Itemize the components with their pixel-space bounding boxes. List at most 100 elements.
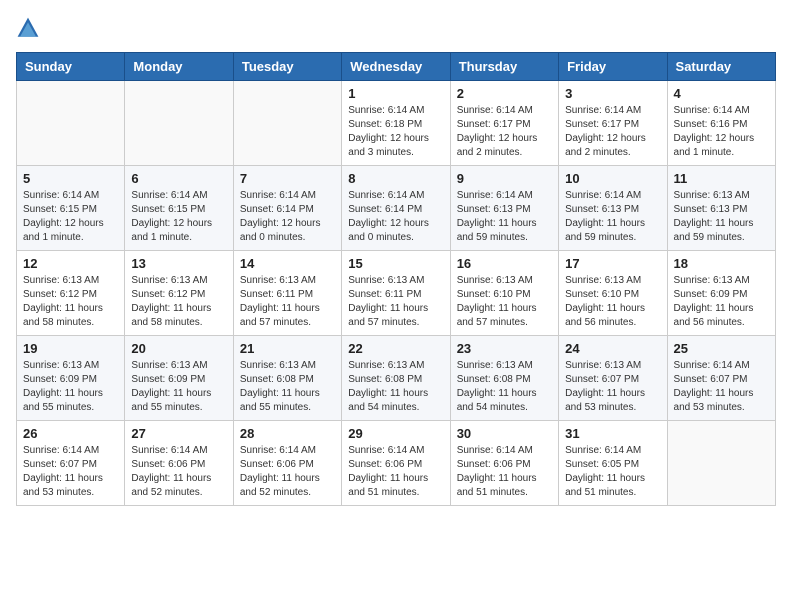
day-number: 30 [457, 426, 552, 441]
day-number: 1 [348, 86, 443, 101]
day-number: 27 [131, 426, 226, 441]
day-info: Sunrise: 6:13 AM Sunset: 6:07 PM Dayligh… [565, 359, 660, 415]
day-info: Sunrise: 6:14 AM Sunset: 6:06 PM Dayligh… [348, 444, 443, 500]
day-info: Sunrise: 6:14 AM Sunset: 6:13 PM Dayligh… [565, 189, 660, 245]
calendar-cell: 23 Sunrise: 6:13 AM Sunset: 6:08 PM Dayli… [450, 336, 558, 421]
calendar-cell: 19 Sunrise: 6:13 AM Sunset: 6:09 PM Dayli… [17, 336, 125, 421]
weekday-thursday: Thursday [450, 53, 558, 81]
week-row-3: 12 Sunrise: 6:13 AM Sunset: 6:12 PM Dayli… [17, 251, 776, 336]
calendar-cell: 4Sunrise: 6:14 AM Sunset: 6:16 PM Daylig… [667, 81, 775, 166]
day-info: Sunrise: 6:13 AM Sunset: 6:08 PM Dayligh… [348, 359, 443, 415]
day-number: 20 [131, 341, 226, 356]
logo [16, 16, 44, 40]
day-info: Sunrise: 6:13 AM Sunset: 6:08 PM Dayligh… [457, 359, 552, 415]
day-info: Sunrise: 6:14 AM Sunset: 6:07 PM Dayligh… [23, 444, 118, 500]
calendar-cell: 9 Sunrise: 6:14 AM Sunset: 6:13 PM Daylig… [450, 166, 558, 251]
day-info: Sunrise: 6:13 AM Sunset: 6:10 PM Dayligh… [457, 274, 552, 330]
day-info: Sunrise: 6:13 AM Sunset: 6:12 PM Dayligh… [23, 274, 118, 330]
calendar-cell: 17 Sunrise: 6:13 AM Sunset: 6:10 PM Dayli… [559, 251, 667, 336]
day-number: 6 [131, 171, 226, 186]
calendar-cell: 7 Sunrise: 6:14 AM Sunset: 6:14 PM Daylig… [233, 166, 341, 251]
calendar-cell: 20 Sunrise: 6:13 AM Sunset: 6:09 PM Dayli… [125, 336, 233, 421]
calendar-cell: 30 Sunrise: 6:14 AM Sunset: 6:06 PM Dayli… [450, 421, 558, 506]
calendar-cell: 5Sunrise: 6:14 AM Sunset: 6:15 PM Daylig… [17, 166, 125, 251]
day-number: 26 [23, 426, 118, 441]
calendar-cell [125, 81, 233, 166]
day-number: 2 [457, 86, 552, 101]
calendar-cell [233, 81, 341, 166]
day-number: 16 [457, 256, 552, 271]
weekday-monday: Monday [125, 53, 233, 81]
day-number: 3 [565, 86, 660, 101]
day-info: Sunrise: 6:13 AM Sunset: 6:08 PM Dayligh… [240, 359, 335, 415]
day-info: Sunrise: 6:14 AM Sunset: 6:06 PM Dayligh… [131, 444, 226, 500]
calendar-cell: 10 Sunrise: 6:14 AM Sunset: 6:13 PM Dayli… [559, 166, 667, 251]
day-number: 24 [565, 341, 660, 356]
calendar-table: SundayMondayTuesdayWednesdayThursdayFrid… [16, 52, 776, 506]
week-row-4: 19 Sunrise: 6:13 AM Sunset: 6:09 PM Dayli… [17, 336, 776, 421]
calendar-cell: 22 Sunrise: 6:13 AM Sunset: 6:08 PM Dayli… [342, 336, 450, 421]
day-info: Sunrise: 6:14 AM Sunset: 6:17 PM Dayligh… [565, 104, 660, 160]
day-number: 31 [565, 426, 660, 441]
day-info: Sunrise: 6:14 AM Sunset: 6:15 PM Dayligh… [23, 189, 118, 245]
day-info: Sunrise: 6:14 AM Sunset: 6:18 PM Dayligh… [348, 104, 443, 160]
day-info: Sunrise: 6:13 AM Sunset: 6:12 PM Dayligh… [131, 274, 226, 330]
weekday-header-row: SundayMondayTuesdayWednesdayThursdayFrid… [17, 53, 776, 81]
day-info: Sunrise: 6:13 AM Sunset: 6:09 PM Dayligh… [131, 359, 226, 415]
weekday-tuesday: Tuesday [233, 53, 341, 81]
day-info: Sunrise: 6:13 AM Sunset: 6:10 PM Dayligh… [565, 274, 660, 330]
page-header [16, 16, 776, 40]
calendar-cell: 25Sunrise: 6:14 AM Sunset: 6:07 PM Dayli… [667, 336, 775, 421]
day-info: Sunrise: 6:14 AM Sunset: 6:06 PM Dayligh… [240, 444, 335, 500]
day-number: 23 [457, 341, 552, 356]
day-number: 18 [674, 256, 769, 271]
day-number: 19 [23, 341, 118, 356]
day-info: Sunrise: 6:14 AM Sunset: 6:14 PM Dayligh… [348, 189, 443, 245]
day-number: 14 [240, 256, 335, 271]
day-info: Sunrise: 6:14 AM Sunset: 6:05 PM Dayligh… [565, 444, 660, 500]
weekday-wednesday: Wednesday [342, 53, 450, 81]
calendar-cell: 8 Sunrise: 6:14 AM Sunset: 6:14 PM Daylig… [342, 166, 450, 251]
day-number: 8 [348, 171, 443, 186]
calendar-cell: 18Sunrise: 6:13 AM Sunset: 6:09 PM Dayli… [667, 251, 775, 336]
day-number: 15 [348, 256, 443, 271]
day-info: Sunrise: 6:13 AM Sunset: 6:13 PM Dayligh… [674, 189, 769, 245]
day-info: Sunrise: 6:14 AM Sunset: 6:06 PM Dayligh… [457, 444, 552, 500]
day-number: 9 [457, 171, 552, 186]
calendar-cell: 1 Sunrise: 6:14 AM Sunset: 6:18 PM Daylig… [342, 81, 450, 166]
day-number: 12 [23, 256, 118, 271]
day-info: Sunrise: 6:14 AM Sunset: 6:16 PM Dayligh… [674, 104, 769, 160]
day-number: 25 [674, 341, 769, 356]
day-info: Sunrise: 6:14 AM Sunset: 6:15 PM Dayligh… [131, 189, 226, 245]
day-info: Sunrise: 6:14 AM Sunset: 6:14 PM Dayligh… [240, 189, 335, 245]
calendar-cell: 6 Sunrise: 6:14 AM Sunset: 6:15 PM Daylig… [125, 166, 233, 251]
week-row-2: 5Sunrise: 6:14 AM Sunset: 6:15 PM Daylig… [17, 166, 776, 251]
calendar-cell: 2Sunrise: 6:14 AM Sunset: 6:17 PM Daylig… [450, 81, 558, 166]
day-info: Sunrise: 6:13 AM Sunset: 6:11 PM Dayligh… [240, 274, 335, 330]
day-number: 29 [348, 426, 443, 441]
calendar-cell: 28Sunrise: 6:14 AM Sunset: 6:06 PM Dayli… [233, 421, 341, 506]
week-row-5: 26 Sunrise: 6:14 AM Sunset: 6:07 PM Dayli… [17, 421, 776, 506]
calendar-cell: 15Sunrise: 6:13 AM Sunset: 6:11 PM Dayli… [342, 251, 450, 336]
weekday-saturday: Saturday [667, 53, 775, 81]
day-number: 21 [240, 341, 335, 356]
calendar-cell: 12 Sunrise: 6:13 AM Sunset: 6:12 PM Dayli… [17, 251, 125, 336]
week-row-1: 1 Sunrise: 6:14 AM Sunset: 6:18 PM Daylig… [17, 81, 776, 166]
day-number: 22 [348, 341, 443, 356]
calendar-cell: 24 Sunrise: 6:13 AM Sunset: 6:07 PM Dayli… [559, 336, 667, 421]
calendar-cell: 16 Sunrise: 6:13 AM Sunset: 6:10 PM Dayli… [450, 251, 558, 336]
calendar-cell [667, 421, 775, 506]
weekday-sunday: Sunday [17, 53, 125, 81]
day-number: 11 [674, 171, 769, 186]
day-number: 17 [565, 256, 660, 271]
day-number: 13 [131, 256, 226, 271]
calendar-cell: 21 Sunrise: 6:13 AM Sunset: 6:08 PM Dayli… [233, 336, 341, 421]
logo-icon [16, 16, 40, 40]
day-info: Sunrise: 6:14 AM Sunset: 6:13 PM Dayligh… [457, 189, 552, 245]
day-number: 7 [240, 171, 335, 186]
calendar-cell: 14 Sunrise: 6:13 AM Sunset: 6:11 PM Dayli… [233, 251, 341, 336]
calendar-cell: 11 Sunrise: 6:13 AM Sunset: 6:13 PM Dayli… [667, 166, 775, 251]
day-number: 10 [565, 171, 660, 186]
day-info: Sunrise: 6:13 AM Sunset: 6:09 PM Dayligh… [23, 359, 118, 415]
calendar-cell: 26 Sunrise: 6:14 AM Sunset: 6:07 PM Dayli… [17, 421, 125, 506]
